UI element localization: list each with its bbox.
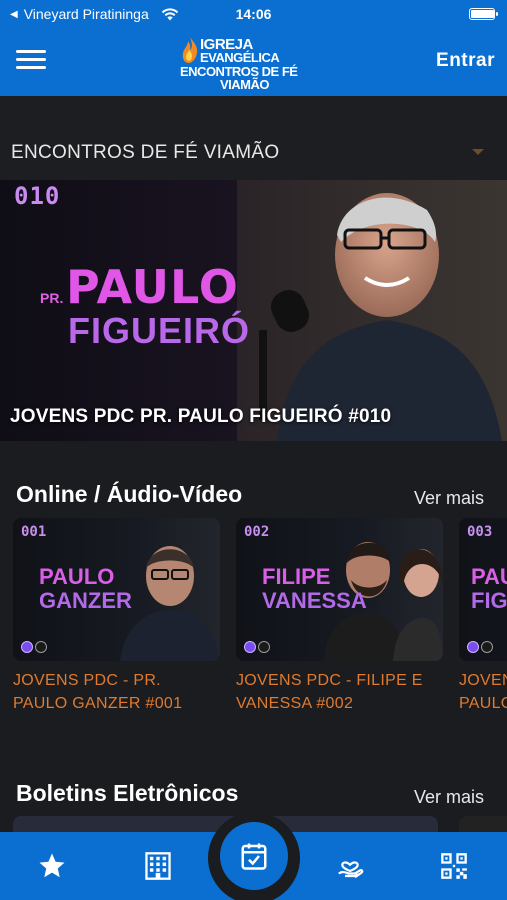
flame-icon [182, 37, 198, 63]
featured-video-banner[interactable]: 010 PR. PAULO FIGUEIRÓ JOVENS PDC PR. PA… [0, 180, 507, 441]
logo-line-2: EVANGÉLICA [200, 50, 280, 65]
bulletins-section-title: Boletins Eletrônicos [16, 780, 239, 806]
login-button[interactable]: Entrar [436, 50, 495, 72]
menu-line [16, 50, 46, 53]
thumb-name-line-1: PAU [471, 564, 507, 589]
church-logo: IGREJA EVANGÉLICA ENCONTROS DE FÉ VIAMÃO [178, 34, 328, 92]
thumb-name-line-2: FIG [471, 588, 507, 613]
church-selector-value: ENCONTROS DE FÉ VIAMÃO [11, 142, 280, 163]
speaker-title-prefix: PR. [40, 290, 64, 306]
episode-number: 010 [14, 182, 61, 210]
tab-favorites[interactable] [22, 832, 82, 900]
channel-badge-icon [21, 641, 47, 653]
tab-donations[interactable] [320, 832, 380, 900]
status-bar: ◀ Vineyard Piratininga 14:06 [0, 0, 507, 28]
app-screen: ◀ Vineyard Piratininga 14:06 IGREJA EVAN… [0, 0, 507, 900]
app-header: IGREJA EVANGÉLICA ENCONTROS DE FÉ VIAMÃO… [0, 28, 507, 96]
calendar-check-icon [241, 843, 267, 870]
online-video-carousel[interactable]: 001 PAULO GANZER JOVENS PDC - PR. PAULO … [0, 518, 507, 748]
channel-badge-icon [467, 641, 493, 653]
dropdown-caret-icon [472, 149, 484, 155]
bulletins-see-more-link[interactable]: Ver mais [414, 787, 484, 808]
online-section-title: Online / Áudio-Vídeo [16, 481, 243, 507]
video-card[interactable]: 001 PAULO GANZER JOVENS PDC - PR. PAULO … [13, 518, 220, 715]
video-card-title: JOVENS PDC - PR. PAULO FIGUEIRÓ #003 [459, 672, 507, 712]
star-icon [39, 853, 65, 878]
battery-icon [469, 8, 498, 20]
channel-badge-icon [244, 641, 270, 653]
thumb-name-line-2: VANESSA [262, 588, 367, 613]
center-tab-ring [208, 812, 300, 900]
menu-line [16, 58, 46, 61]
menu-line [16, 66, 46, 69]
video-thumbnail: 001 PAULO GANZER [13, 518, 220, 661]
speaker-photo [237, 180, 507, 441]
thumb-name-line-1: PAULO [39, 564, 115, 589]
tab-qr-code[interactable] [424, 832, 484, 900]
clock: 14:06 [235, 6, 272, 22]
thumb-name-line-1: FILIPE [262, 564, 331, 589]
heart-hand-icon [338, 861, 364, 879]
episode-number: 002 [244, 524, 270, 540]
video-card-title: JOVENS PDC - PR. PAULO GANZER #001 [13, 672, 183, 712]
video-card[interactable]: 003 PAU FIG JOVENS PDC - PR. PAULO FIGUE… [459, 518, 507, 715]
tab-agenda[interactable] [220, 822, 288, 890]
thumb-name-line-2: GANZER [39, 588, 132, 613]
qr-code-icon [441, 853, 467, 879]
tab-church[interactable] [128, 832, 188, 900]
video-thumbnail: 002 FILIPE VANESSA [236, 518, 443, 661]
speaker-first-name: PAULO [66, 260, 239, 314]
church-selector[interactable]: ENCONTROS DE FÉ VIAMÃO [0, 96, 507, 180]
episode-number: 001 [21, 524, 47, 540]
speaker-last-name: FIGUEIRÓ [68, 310, 251, 351]
video-thumbnail: 003 PAU FIG [459, 518, 507, 661]
video-card-title: JOVENS PDC - FILIPE E VANESSA #002 [236, 672, 423, 712]
featured-video-title: JOVENS PDC PR. PAULO FIGUEIRÓ #010 [10, 406, 392, 427]
building-icon [145, 852, 171, 880]
battery-level [471, 10, 494, 18]
logo-line-4: VIAMÃO [220, 77, 270, 92]
video-card[interactable]: 002 FILIPE VANESSA JOVENS PDC - FILIPE E… [236, 518, 443, 715]
hamburger-menu-button[interactable] [16, 50, 46, 72]
episode-number: 003 [467, 524, 493, 540]
online-see-more-link[interactable]: Ver mais [414, 488, 484, 509]
